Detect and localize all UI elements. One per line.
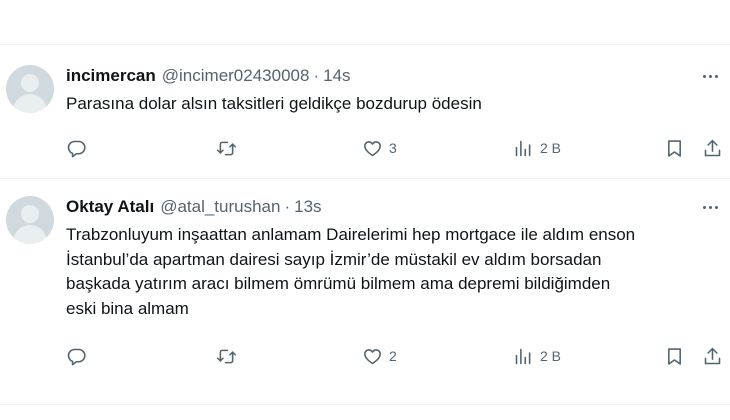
bookmark-button[interactable] xyxy=(664,344,685,368)
share-button[interactable] xyxy=(702,344,723,368)
bookmark-icon xyxy=(668,139,681,157)
like-icon xyxy=(364,140,381,156)
separator: · xyxy=(313,66,320,85)
views-icon xyxy=(515,140,531,156)
views-button[interactable]: 2 B xyxy=(513,136,561,160)
more-icon[interactable] xyxy=(698,197,722,217)
avatar[interactable] xyxy=(6,196,54,244)
tweet-text: Parasına dolar alsın taksitleri geldikçe… xyxy=(66,94,482,113)
tweet-text: Trabzonluyum inşaattan anlamam Daireleri… xyxy=(66,223,722,321)
tweet[interactable]: incimercan @incimer02430008 · 14s Parası… xyxy=(0,44,730,174)
like-count: 2 xyxy=(389,348,397,364)
reply-button[interactable] xyxy=(66,344,87,368)
author-handle[interactable]: @incimer02430008 xyxy=(162,66,310,86)
timestamp[interactable]: 14s xyxy=(323,66,350,86)
tweet[interactable]: Oktay Atalı @atal_turushan · 13s Trabzon… xyxy=(0,178,730,378)
like-button[interactable]: 3 xyxy=(362,136,397,160)
author-name[interactable]: Oktay Atalı xyxy=(66,197,154,217)
author-handle[interactable]: @atal_turushan xyxy=(160,197,280,217)
retweet-button[interactable] xyxy=(216,136,237,160)
like-count: 3 xyxy=(389,140,397,156)
more-icon[interactable] xyxy=(698,66,722,86)
reply-button[interactable] xyxy=(66,136,87,160)
tweet-header: Oktay Atalı @atal_turushan · 13s xyxy=(66,196,322,218)
retweet-button[interactable] xyxy=(216,344,237,368)
retweet-icon xyxy=(216,141,237,155)
avatar[interactable] xyxy=(6,65,54,113)
like-button[interactable]: 2 xyxy=(362,344,397,368)
bookmark-button[interactable] xyxy=(664,136,685,160)
action-bar: 2 2 B xyxy=(0,344,730,368)
tweet-text-line: İstanbul’da apartman dairesi sayıp İzmir… xyxy=(66,249,602,269)
share-button[interactable] xyxy=(702,136,723,160)
views-button[interactable]: 2 B xyxy=(513,344,561,368)
timestamp[interactable]: 13s xyxy=(294,197,321,217)
share-icon xyxy=(704,347,721,364)
views-icon xyxy=(515,348,531,364)
view-count: 2 B xyxy=(540,348,562,364)
share-icon xyxy=(704,139,721,156)
tweet-feed: incimercan @incimer02430008 · 14s Parası… xyxy=(0,0,730,420)
like-icon xyxy=(364,348,381,364)
tweet-text-line: başkada yatırım aracı bilmem ömrümü bilm… xyxy=(66,274,611,293)
retweet-icon xyxy=(216,349,237,363)
action-bar: 3 2 B xyxy=(0,136,730,160)
reply-icon xyxy=(67,348,86,365)
separator: · xyxy=(284,197,291,216)
tweet-text-line: Trabzonluyum inşaattan anlamam Daireleri… xyxy=(66,225,636,244)
reply-icon xyxy=(67,140,86,157)
tweet-text-line: eski bina almam xyxy=(66,298,189,318)
author-name[interactable]: incimercan xyxy=(66,66,156,86)
bookmark-icon xyxy=(668,347,681,365)
divider xyxy=(0,404,730,405)
view-count: 2 B xyxy=(540,140,562,156)
tweet-header: incimercan @incimer02430008 · 14s xyxy=(66,65,351,87)
